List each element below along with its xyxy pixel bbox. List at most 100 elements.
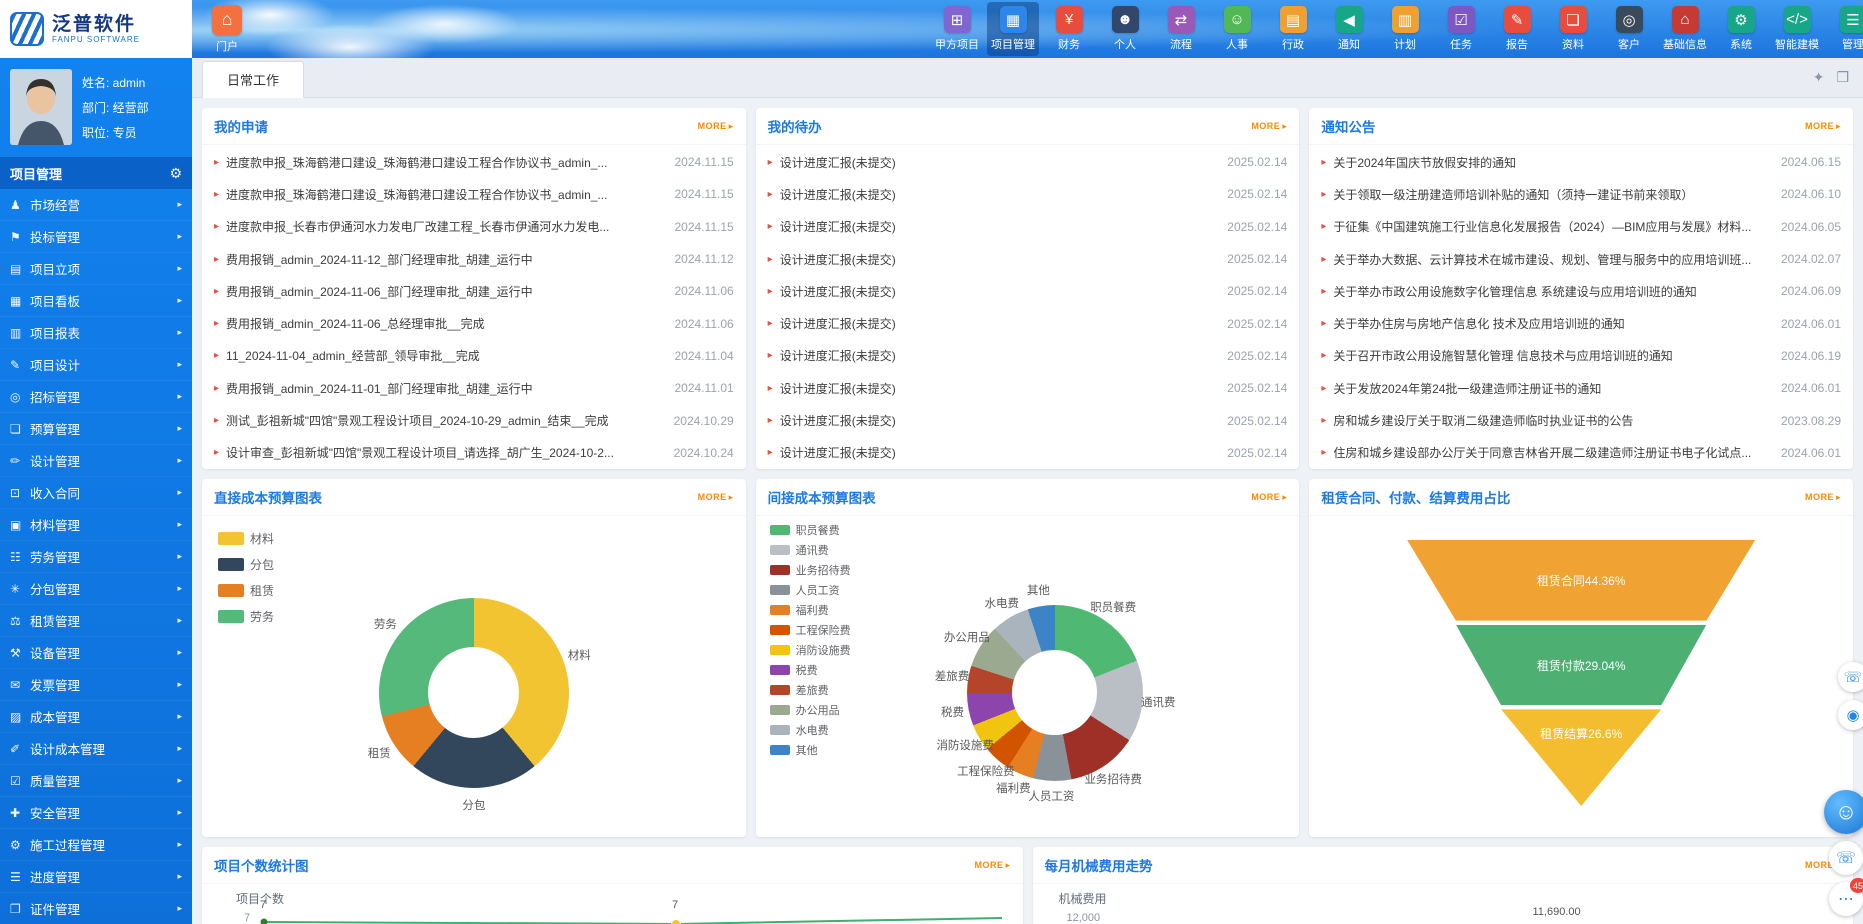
key-icon[interactable]: ✦	[1813, 69, 1825, 86]
more-link[interactable]: MORE	[1251, 492, 1287, 503]
legend-item[interactable]: 分包	[218, 556, 274, 573]
nav-item[interactable]: ☑ 任务	[1435, 2, 1487, 56]
sidebar-item[interactable]: ⚒ 设备管理	[0, 637, 192, 669]
sidebar-item[interactable]: ✚ 安全管理	[0, 797, 192, 829]
legend-item[interactable]: 消防设施费	[770, 642, 851, 658]
list-item[interactable]: 进度款申报_珠海鹤港口建设_珠海鹤港口建设工程合作协议书_admin_... 2…	[214, 178, 734, 210]
funnel-stage[interactable]: 租赁付款29.04%	[1407, 625, 1755, 706]
list-item[interactable]: 设计进度汇报(未提交) 2025.02.14	[768, 404, 1288, 436]
list-item[interactable]: 于征集《中国建筑施工行业信息化发展报告（2024）—BIM应用与发展》材料...…	[1321, 211, 1841, 243]
message-button[interactable]: ⋯ 45	[1829, 882, 1863, 916]
line-chart[interactable]	[1033, 884, 1854, 924]
list-item[interactable]: 设计进度汇报(未提交) 2025.02.14	[768, 340, 1288, 372]
phone-button[interactable]: ☏	[1829, 841, 1863, 875]
nav-item[interactable]: ☺ 人事	[1211, 2, 1263, 56]
legend-item[interactable]: 其他	[770, 742, 851, 758]
nav-item[interactable]: ⚙ 系统	[1715, 2, 1767, 56]
legend-item[interactable]: 办公用品	[770, 702, 851, 718]
list-item[interactable]: 进度款申报_长春市伊通河水力发电厂改建工程_长春市伊通河水力发电... 2024…	[214, 211, 734, 243]
sidebar-item[interactable]: ❏ 预算管理	[0, 413, 192, 445]
nav-item[interactable]: ¥ 财务	[1043, 2, 1095, 56]
legend-item[interactable]: 职员餐费	[770, 522, 851, 538]
sidebar-item[interactable]: ⚖ 租赁管理	[0, 605, 192, 637]
nav-item[interactable]: ⇄ 流程	[1155, 2, 1207, 56]
sidebar-item[interactable]: ✎ 项目设计	[0, 349, 192, 381]
phone-contact-button[interactable]: ☏	[1838, 662, 1863, 692]
list-item[interactable]: 设计进度汇报(未提交) 2025.02.14	[768, 437, 1288, 469]
more-link[interactable]: MORE	[1251, 121, 1287, 132]
list-item[interactable]: 关于举办住房与房地产信息化 技术及应用培训班的通知 2024.06.01	[1321, 307, 1841, 339]
sidebar-item[interactable]: ▥ 项目报表	[0, 317, 192, 349]
nav-item[interactable]: </> 智能建模	[1771, 2, 1823, 56]
sidebar-item[interactable]: ☷ 劳务管理	[0, 541, 192, 573]
sidebar-item[interactable]: ⊡ 收入合同	[0, 477, 192, 509]
nav-item[interactable]: ▦ 项目管理	[987, 2, 1039, 56]
donut-chart[interactable]	[967, 605, 1143, 781]
list-item[interactable]: 关于举办大数据、云计算技术在城市建设、规划、管理与服务中的应用培训班... 20…	[1321, 243, 1841, 275]
nav-item[interactable]: ◀ 通知	[1323, 2, 1375, 56]
legend-item[interactable]: 工程保险费	[770, 622, 851, 638]
more-link[interactable]: MORE	[1805, 492, 1841, 503]
sidebar-item[interactable]: ▤ 项目立项	[0, 253, 192, 285]
list-item[interactable]: 关于召开市政公用设施智慧化管理 信息技术与应用培训班的通知 2024.06.19	[1321, 340, 1841, 372]
nav-item[interactable]: ☰ 管理	[1827, 2, 1863, 56]
list-item[interactable]: 关于2024年国庆节放假安排的通知 2024.06.15	[1321, 146, 1841, 178]
service-robot-button[interactable]: ☺	[1824, 790, 1863, 834]
legend-item[interactable]: 福利费	[770, 602, 851, 618]
line-chart[interactable]	[202, 884, 1023, 924]
list-item[interactable]: 设计审查_彭祖新城"四馆"景观工程设计项目_请选择_胡广生_2024-10-2.…	[214, 437, 734, 469]
list-item[interactable]: 住房和城乡建设部办公厅关于同意吉林省开展二级建造师注册证书电子化试点... 20…	[1321, 437, 1841, 469]
indirect-cost-donut[interactable]: 职员餐费通讯费业务招待费人员工资福利费工程保险费消防设施费税费差旅费办公用品水电…	[967, 605, 1143, 781]
more-link[interactable]: MORE	[974, 860, 1010, 871]
sidebar-item[interactable]: ⚙ 施工过程管理	[0, 829, 192, 861]
legend-item[interactable]: 人员工资	[770, 582, 851, 598]
legend-item[interactable]: 租赁	[218, 582, 274, 599]
sidebar-item[interactable]: ❐ 证件管理	[0, 893, 192, 924]
nav-item[interactable]: ⊞ 甲方项目	[931, 2, 983, 56]
legend-item[interactable]: 税费	[770, 662, 851, 678]
nav-item[interactable]: ◎ 客户	[1603, 2, 1655, 56]
gear-icon[interactable]: ⚙	[169, 165, 182, 182]
sidebar-item[interactable]: ♟ 市场经营	[0, 189, 192, 221]
lease-funnel-chart[interactable]: 租赁合同44.36%租赁付款29.04%租赁结算26.6%	[1407, 540, 1755, 806]
list-item[interactable]: 进度款申报_珠海鹤港口建设_珠海鹤港口建设工程合作协议书_admin_... 2…	[214, 146, 734, 178]
list-item[interactable]: 设计进度汇报(未提交) 2025.02.14	[768, 372, 1288, 404]
sidebar-item[interactable]: ☑ 质量管理	[0, 765, 192, 797]
nav-item[interactable]: ▤ 行政	[1267, 2, 1319, 56]
list-item[interactable]: 关于领取一级注册建造师培训补贴的通知（须持一建证书前来领取） 2024.06.1…	[1321, 178, 1841, 210]
nav-item[interactable]: ❏ 资料	[1547, 2, 1599, 56]
list-item[interactable]: 设计进度汇报(未提交) 2025.02.14	[768, 243, 1288, 275]
list-item[interactable]: 费用报销_admin_2024-11-06_总经理审批__完成 2024.11.…	[214, 307, 734, 339]
sidebar-item[interactable]: ✏ 设计管理	[0, 445, 192, 477]
sidebar-item[interactable]: ◎ 招标管理	[0, 381, 192, 413]
more-link[interactable]: MORE	[698, 121, 734, 132]
legend-item[interactable]: 差旅费	[770, 682, 851, 698]
service-button[interactable]: ◉	[1838, 700, 1863, 730]
nav-item[interactable]: ☻ 个人	[1099, 2, 1151, 56]
more-link[interactable]: MORE	[698, 492, 734, 503]
tab-daily-work[interactable]: 日常工作	[202, 61, 304, 98]
list-item[interactable]: 房和城乡建设厅关于取消二级建造师临时执业证书的公告 2023.08.29	[1321, 404, 1841, 436]
list-item[interactable]: 费用报销_admin_2024-11-06_部门经理审批_胡建_运行中 2024…	[214, 275, 734, 307]
list-item[interactable]: 关于举办市政公用设施数字化管理信息 系统建设与应用培训班的通知 2024.06.…	[1321, 275, 1841, 307]
sidebar-item[interactable]: ☰ 进度管理	[0, 861, 192, 893]
legend-item[interactable]: 材料	[218, 530, 274, 547]
list-item[interactable]: 11_2024-11-04_admin_经营部_领导审批__完成 2024.11…	[214, 340, 734, 372]
sidebar-item[interactable]: ✐ 设计成本管理	[0, 733, 192, 765]
list-item[interactable]: 费用报销_admin_2024-11-01_部门经理审批_胡建_运行中 2024…	[214, 372, 734, 404]
expand-icon[interactable]: ❒	[1836, 69, 1849, 86]
list-item[interactable]: 设计进度汇报(未提交) 2025.02.14	[768, 146, 1288, 178]
list-item[interactable]: 费用报销_admin_2024-11-12_部门经理审批_胡建_运行中 2024…	[214, 243, 734, 275]
legend-item[interactable]: 水电费	[770, 722, 851, 738]
funnel-stage[interactable]: 租赁结算26.6%	[1407, 709, 1755, 806]
sidebar-item[interactable]: ⚑ 投标管理	[0, 221, 192, 253]
sidebar-item[interactable]: ▣ 材料管理	[0, 509, 192, 541]
sidebar-item[interactable]: ✳ 分包管理	[0, 573, 192, 605]
funnel-stage[interactable]: 租赁合同44.36%	[1407, 540, 1755, 621]
list-item[interactable]: 设计进度汇报(未提交) 2025.02.14	[768, 211, 1288, 243]
list-item[interactable]: 设计进度汇报(未提交) 2025.02.14	[768, 178, 1288, 210]
legend-item[interactable]: 劳务	[218, 608, 274, 625]
more-link[interactable]: MORE	[1805, 121, 1841, 132]
donut-chart[interactable]	[379, 598, 569, 788]
list-item[interactable]: 关于发放2024年第24批一级建造师注册证书的通知 2024.06.01	[1321, 372, 1841, 404]
